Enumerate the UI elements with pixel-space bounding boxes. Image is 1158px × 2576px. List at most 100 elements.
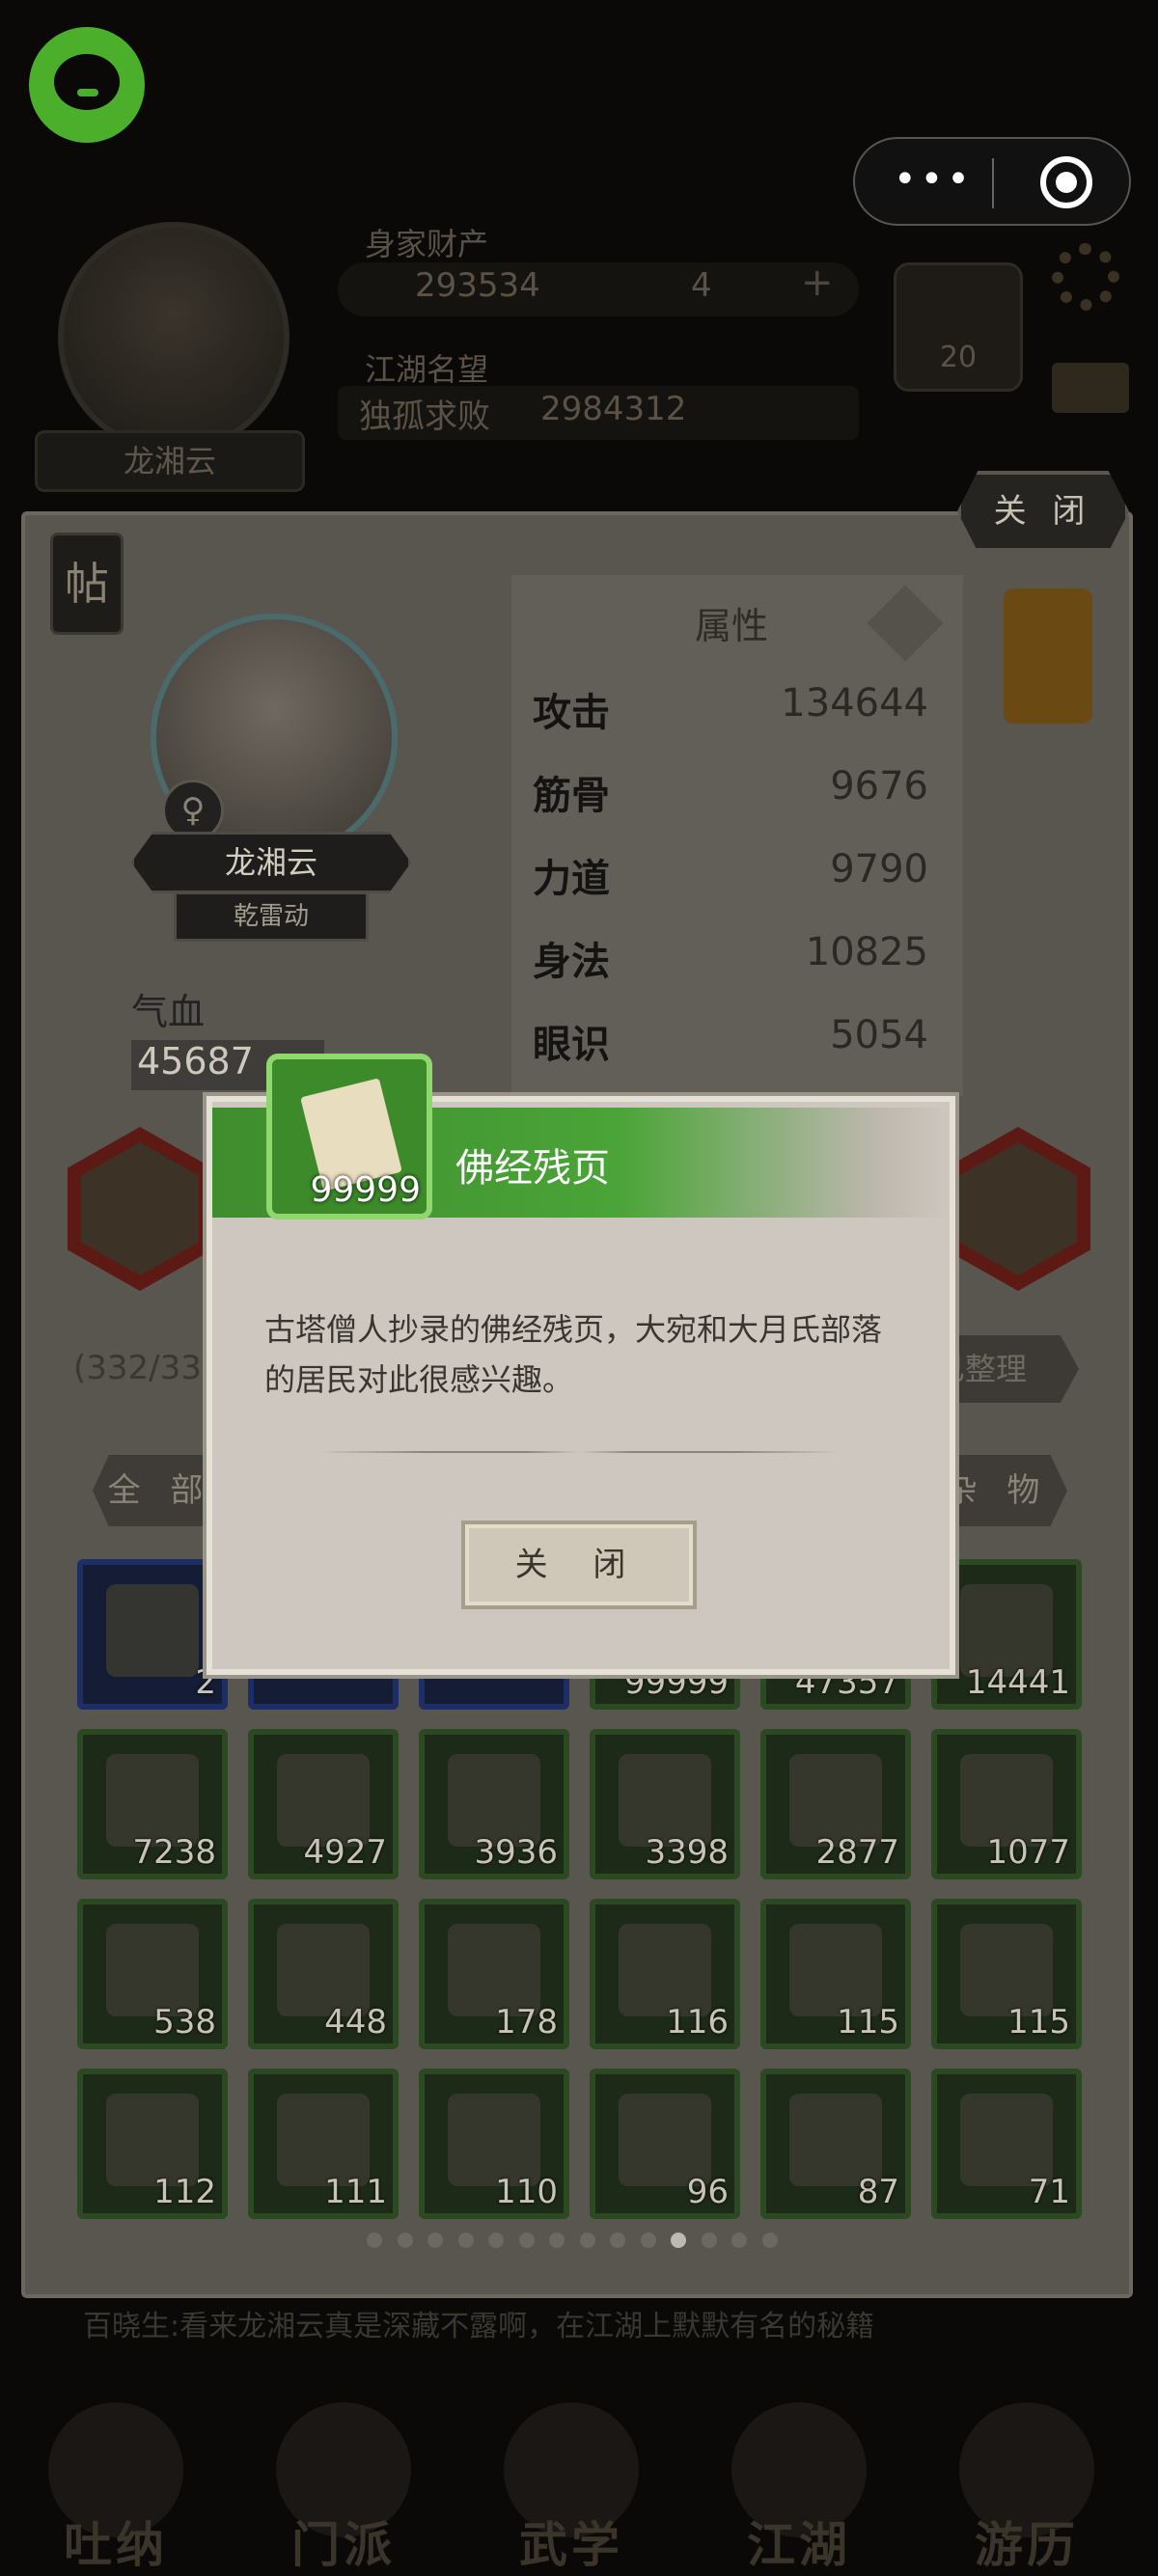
wealth-label: 身家财产 [365,226,489,262]
item-count: 4927 [303,1833,387,1872]
fame-value: 2984312 [540,390,687,428]
page-dot [488,2233,504,2248]
page-dot [518,2233,535,2248]
inventory-slot[interactable]: 116 [590,1899,740,2049]
item-count: 71 [1028,2173,1070,2211]
inventory-slot[interactable]: 1077 [931,1729,1082,1879]
panel-close-button[interactable]: 关 闭 [957,471,1129,552]
hp-label: 气血 [131,991,206,1033]
inventory-slot[interactable]: 112 [77,2069,228,2219]
item-count: 3398 [645,1833,729,1872]
inventory-slot[interactable]: 4927 [248,1729,399,1879]
item-count: 115 [837,2003,899,2042]
attribute-row: 筋骨 9676 [533,764,928,818]
item-count: 1077 [986,1833,1070,1872]
news-ticker: 百晓生:看来龙湘云真是深藏不露啊，在江湖上默默有名的秘籍 [83,2310,875,2343]
page-dot [761,2233,778,2248]
capsule-divider [992,158,994,208]
page-dot [579,2233,595,2248]
gear-icon[interactable] [1052,243,1119,311]
inventory-slot[interactable]: 2 [77,1559,228,1710]
item-count: 99999 [310,1170,421,1210]
inventory-slot[interactable]: 3936 [419,1729,569,1879]
character-name: 龙湘云 [131,832,411,893]
ticket-value: 4 [691,266,712,305]
page-dot [731,2233,747,2248]
nav-item[interactable]: 游历 [930,2383,1123,2576]
inventory-slot[interactable]: 71 [931,2069,1082,2219]
item-name: 佛经残页 [455,1146,610,1191]
miniprogram-capsule: ••• [853,137,1131,226]
inventory-slot[interactable]: 178 [419,1899,569,2049]
attribute-row: 力道 9790 [533,847,928,901]
add-currency-button[interactable]: + [801,260,834,305]
page-dot [427,2233,443,2248]
nav-item-label: 吐纳 [64,2517,168,2573]
inventory-slot[interactable]: 87 [760,2069,911,2219]
inventory-capacity: (332/33 [73,1349,202,1387]
ornament-divider [318,1451,840,1453]
modal-close-button[interactable]: 关 闭 [461,1521,697,1609]
page-dot [610,2233,625,2248]
item-count: 112 [153,2173,216,2211]
nav-item[interactable]: 武学 [475,2383,668,2576]
inventory-slot[interactable]: 2877 [760,1729,911,1879]
page-dot [457,2233,474,2248]
page-dot [549,2233,565,2248]
item-count: 7238 [132,1833,216,1872]
close-miniprogram-icon[interactable] [1040,156,1092,208]
page-dot [367,2233,382,2248]
inventory-slot[interactable]: 7238 [77,1729,228,1879]
item-count: 538 [153,2003,216,2042]
item-count: 3936 [474,1833,558,1872]
scripture-page-icon: 99999 [266,1054,432,1219]
inventory-slot[interactable]: 448 [248,1899,399,2049]
mail-icon[interactable] [1052,363,1129,413]
inventory-slot[interactable]: 3398 [590,1729,740,1879]
item-count: 96 [686,2173,729,2211]
item-description: 古塔僧人抄录的佛经残页，大宛和大月氏部落的居民对此很感兴趣。 [264,1311,883,1398]
attribute-title: 属性 [695,605,769,647]
nav-item[interactable]: 门派 [247,2383,440,2576]
character-sect: 乾雷动 [174,891,369,942]
more-options-icon[interactable]: ••• [894,160,970,201]
item-count: 14441 [965,1663,1070,1702]
inventory-slot[interactable]: 96 [590,2069,740,2219]
player-name: 龙湘云 [35,430,305,492]
nav-item[interactable]: 吐纳 [19,2383,212,2576]
inventory-slot[interactable]: 115 [931,1899,1082,2049]
item-count: 111 [324,2173,387,2211]
bottom-nav: 吐纳 门派 武学 江湖 游历 [0,2383,1158,2576]
inventory-slot[interactable]: 538 [77,1899,228,2049]
page-dot [397,2233,413,2248]
item-count: 116 [666,2003,729,2042]
nav-item-label: 门派 [291,2517,396,2573]
item-count: 2877 [815,1833,899,1872]
lantern-icon[interactable] [1004,589,1092,724]
item-count: 448 [324,2003,387,2042]
nav-item-label: 江湖 [747,2517,851,2573]
level-value: 20 [939,341,978,374]
nav-item-label: 游历 [975,2517,1079,2573]
player-avatar[interactable] [58,222,290,453]
post-tag-button[interactable]: 帖 [50,533,124,635]
item-icon [106,1584,199,1677]
page-indicator [367,2233,791,2252]
inventory-slot[interactable]: 115 [760,1899,911,2049]
fame-title: 独孤求败 [359,397,490,436]
page-dot [701,2233,717,2248]
attribute-row: 眼识 5054 [533,1013,928,1067]
wechat-logo-icon [29,27,145,143]
level-badge[interactable]: 20 [894,262,1023,392]
gold-value: 293534 [415,266,540,305]
inventory-slot[interactable]: 111 [248,2069,399,2219]
item-count: 178 [495,2003,558,2042]
nav-item-label: 武学 [519,2517,623,2573]
page-dot [671,2233,686,2248]
attribute-row: 攻击 134644 [533,681,928,735]
nav-item[interactable]: 江湖 [703,2383,896,2576]
inventory-slot[interactable]: 110 [419,2069,569,2219]
item-count: 110 [495,2173,558,2211]
item-count: 87 [857,2173,899,2211]
attribute-row: 身法 10825 [533,930,928,984]
